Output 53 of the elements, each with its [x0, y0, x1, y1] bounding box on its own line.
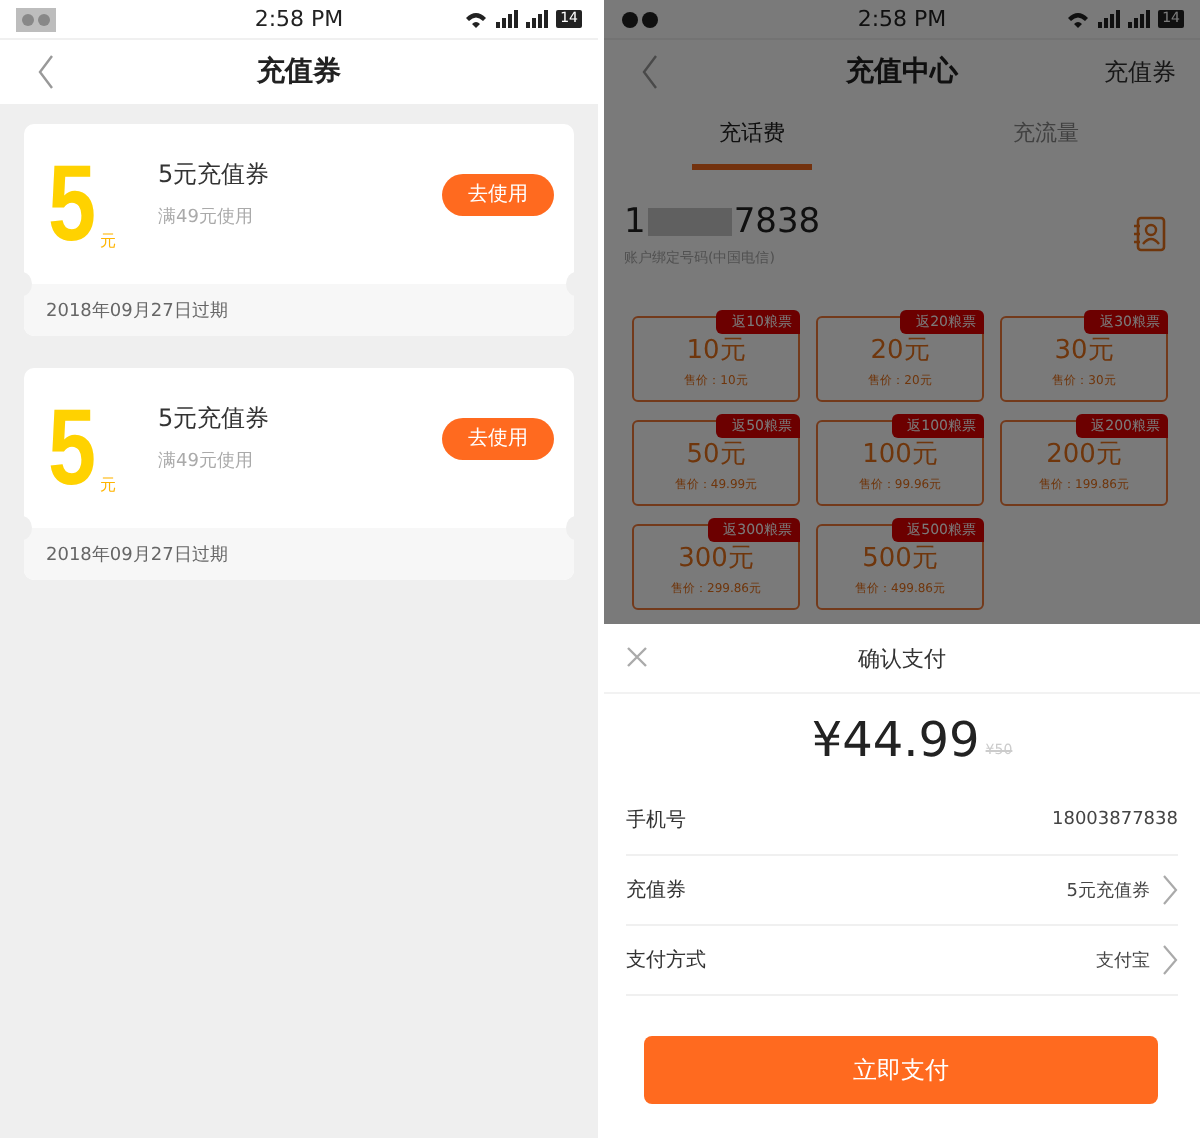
- tab[interactable]: 充话费: [692, 104, 812, 170]
- coupon-amount: 5: [48, 400, 97, 496]
- chevron-icon[interactable]: [1162, 944, 1178, 976]
- phone-suffix: 7838: [733, 201, 821, 241]
- row-value: 18003877838: [1052, 810, 1178, 830]
- option-amount: 10元: [686, 334, 746, 368]
- row-label: 充值券: [626, 877, 686, 904]
- option-amount: 30元: [1054, 334, 1114, 368]
- tab[interactable]: 充流量: [892, 104, 1200, 170]
- payment-amount: ¥44.99: [811, 712, 980, 768]
- use-button[interactable]: 去使用: [442, 417, 554, 459]
- option-amount: 200元: [1046, 438, 1122, 472]
- coupon-title: 5元充值券: [158, 158, 272, 192]
- coupon-link[interactable]: 充值券: [1104, 56, 1176, 90]
- row-label: 支付方式: [626, 947, 706, 974]
- status-time: 2:58 PM: [254, 6, 344, 32]
- coupon-amount: 5: [48, 156, 97, 252]
- option-amount: 50元: [686, 438, 746, 472]
- signal-icon: [1128, 10, 1151, 28]
- wifi-icon: [1066, 9, 1091, 29]
- page-title: 充值券: [257, 54, 341, 90]
- signal-icon: [496, 10, 519, 28]
- status-time: 2:58 PM: [857, 6, 947, 32]
- expiry-date: 2018年09月27日过期: [46, 543, 228, 567]
- close-icon[interactable]: [626, 646, 648, 668]
- coupon-title: 5元充值券: [158, 402, 272, 436]
- currency-unit: 元: [100, 230, 117, 252]
- option-amount: 20元: [870, 334, 930, 368]
- contacts-icon[interactable]: [1132, 216, 1168, 252]
- option-amount: 500元: [862, 542, 938, 576]
- coupon-condition: 满49元使用: [158, 205, 255, 230]
- row-label: 手机号: [626, 807, 686, 834]
- notification-icon: [16, 7, 56, 31]
- expiry-date: 2018年09月27日过期: [46, 299, 228, 323]
- pay-button[interactable]: 立即支付: [644, 1036, 1158, 1104]
- use-button[interactable]: 去使用: [442, 173, 554, 215]
- signal-icon: [526, 10, 549, 28]
- row-value: 支付宝: [1096, 949, 1150, 973]
- row-value: 5元充值券: [1066, 879, 1150, 903]
- currency-unit: 元: [100, 474, 117, 496]
- option-amount: 300元: [678, 542, 754, 576]
- signal-icon: [1098, 10, 1121, 28]
- coupon-condition: 满49元使用: [158, 449, 255, 474]
- option-amount: 100元: [862, 438, 938, 472]
- phone-prefix: 1: [624, 201, 646, 241]
- back-icon[interactable]: [36, 54, 56, 90]
- back-icon[interactable]: [640, 54, 660, 90]
- chevron-icon[interactable]: [1162, 874, 1178, 906]
- sheet-title: 确认支付: [858, 643, 946, 673]
- wifi-icon: [464, 9, 489, 29]
- blurred-digits: [647, 207, 732, 235]
- page-title: 充值中心: [846, 54, 958, 90]
- notification-icon: [620, 9, 660, 29]
